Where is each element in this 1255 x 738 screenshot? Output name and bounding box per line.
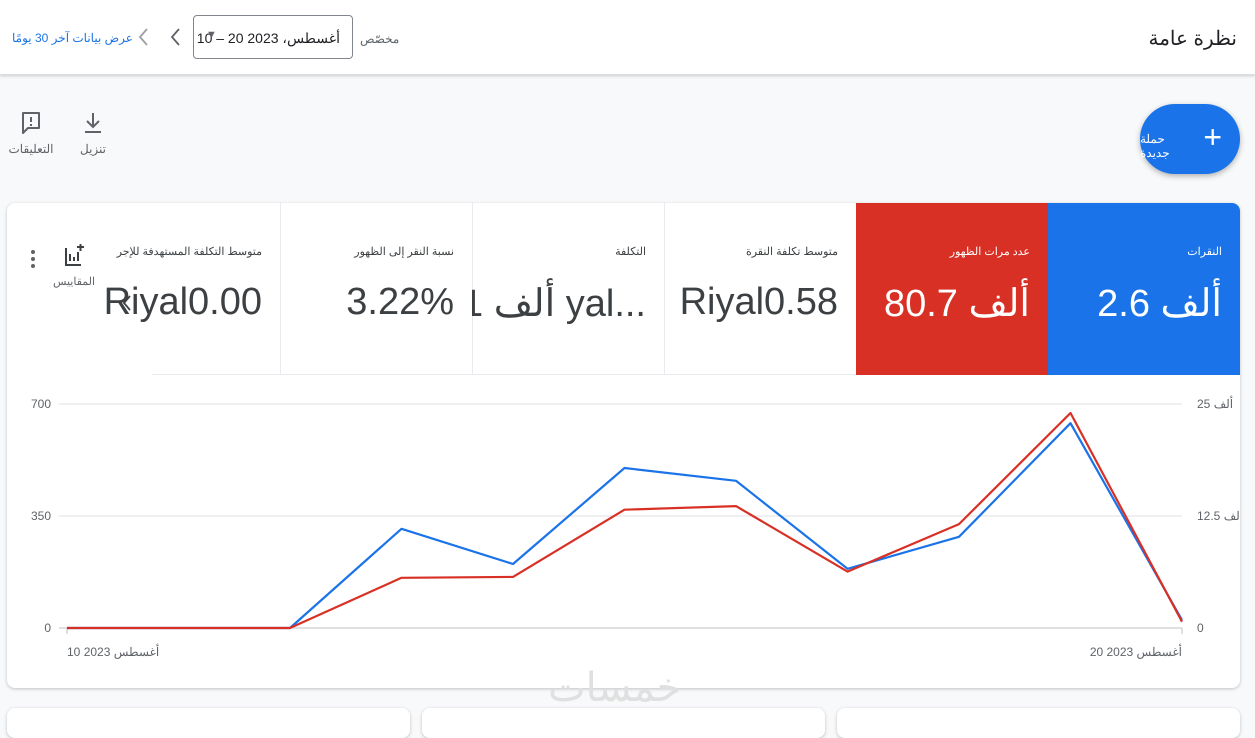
new-campaign-label: حملة جديدة [1140, 132, 1170, 160]
metric-value: 3.22% [346, 281, 454, 323]
date-range-select[interactable]: 10 – 20 أغسطس، 2023 ▼ [193, 15, 353, 59]
metric-target-cpa[interactable]: متوسط التكلفة المستهدفة للإجر Riyal0.00 [104, 203, 280, 375]
metric-value: 2.6 ألف [1097, 283, 1222, 325]
metric-label: النقرات [1187, 246, 1222, 258]
chevron-left-icon[interactable] [164, 23, 188, 51]
metric-ctr[interactable]: نسبة النقر إلى الظهور 3.22% [280, 203, 472, 375]
bottom-card [837, 708, 1240, 738]
metric-label: متوسط تكلفة النقرة [745, 246, 838, 258]
feedback-icon [22, 112, 40, 134]
metric-avg-cpc[interactable]: متوسط تكلفة النقرة Riyal0.58 [664, 203, 856, 375]
chevron-left-disabled-icon[interactable] [132, 23, 156, 51]
download-icon [85, 113, 101, 133]
watermark-logo: خمسات [548, 665, 682, 711]
y-tick-label-right: 0 [1197, 621, 1204, 635]
page-title: نظرة عامة [1148, 28, 1237, 50]
overview-card: النقرات 2.6 ألف عدد مرات الظهور 80.7 ألف… [7, 203, 1240, 688]
x-tick-label: 10 أغسطس 2023 [67, 644, 159, 659]
date-range-value: 10 – 20 أغسطس، 2023 [196, 30, 340, 46]
metrics-button[interactable]: المقاييس [49, 243, 99, 288]
dropdown-arrow-icon: ▼ [206, 29, 217, 41]
metric-clicks[interactable]: النقرات 2.6 ألف [1048, 203, 1240, 375]
metric-value: Riyal0.58 [679, 281, 838, 323]
top-bar: نظرة عامة مخصّص 10 – 20 أغسطس، 2023 ▼ عر… [0, 0, 1255, 75]
x-tick-label: 20 أغسطس 2023 [1090, 644, 1182, 659]
y-tick-label-left: 0 [44, 621, 51, 635]
metric-label: التكلفة [615, 246, 646, 258]
metric-impressions[interactable]: عدد مرات الظهور 80.7 ألف [856, 203, 1048, 375]
chart-series [67, 411, 1183, 630]
feedback-button[interactable]: التعليقات [6, 110, 56, 156]
y-tick-label-left: 350 [31, 509, 51, 523]
new-campaign-button[interactable]: + حملة جديدة [1140, 104, 1240, 174]
series-line [67, 411, 1183, 630]
performance-line-chart: 700 25 ألف 350 12.5 ألف 0 0 10 أغسطس 2023 20 أغ… [31, 396, 1240, 659]
metric-label: نسبة النقر إلى الظهور [354, 246, 454, 258]
bottom-card [422, 708, 825, 738]
metrics-label: المقاييس [52, 276, 96, 288]
download-button[interactable]: تنزيل [68, 110, 118, 156]
metric-value: 80.7 ألف [883, 283, 1030, 325]
show-last-30-days-link[interactable]: عرض بيانات آخر 30 يومًا [12, 31, 133, 45]
feedback-label: التعليقات [8, 142, 54, 156]
download-label: تنزيل [79, 142, 106, 156]
y-tick-label-right: 12.5 ألف [1197, 508, 1240, 523]
metric-label: متوسط التكلفة المستهدفة للإجر [116, 246, 262, 258]
more-vert-icon[interactable] [25, 247, 41, 271]
date-range-type-label: مخصّص [360, 32, 400, 46]
add-chart-icon [65, 244, 84, 266]
plus-icon: + [1203, 119, 1222, 155]
chart-grid [59, 403, 1183, 634]
metric-cost[interactable]: التكلفة 1.51 ألف yal... [409, 203, 664, 375]
chevron-left-icon[interactable] [119, 291, 135, 315]
series-line [67, 422, 1183, 630]
bottom-card [7, 708, 410, 738]
metric-label: عدد مرات الظهور [949, 246, 1030, 258]
y-tick-label-left: 700 [31, 397, 51, 411]
y-tick-label-right: 25 ألف [1197, 396, 1233, 411]
